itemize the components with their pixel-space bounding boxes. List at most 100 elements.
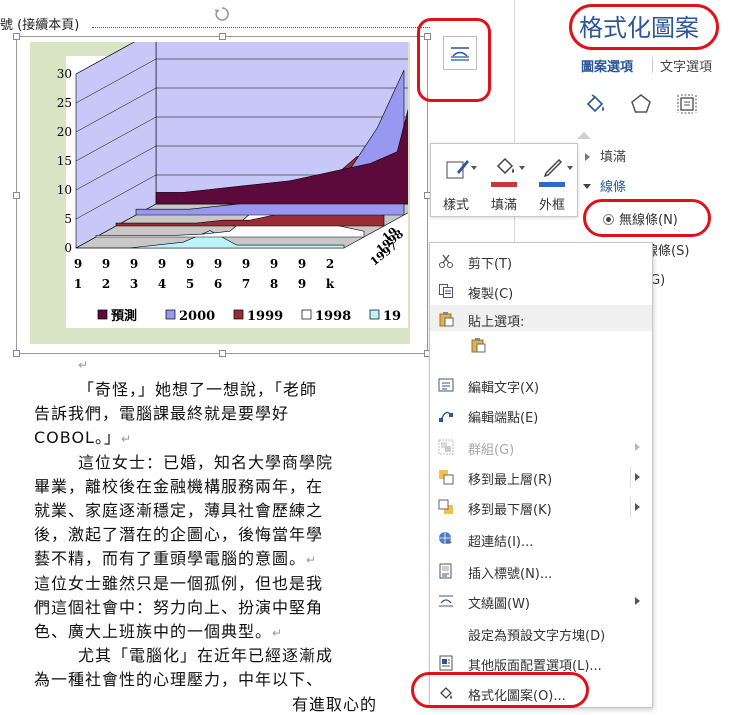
document-text-content: 藝不精，而有了重頭學電腦的意圖。 <box>34 549 307 569</box>
tab-shape-options[interactable]: 圖案選項 <box>581 56 633 75</box>
menu-item[interactable]: 群組(G) <box>430 433 652 461</box>
y-tick-label: 5 <box>64 212 72 226</box>
document-text-content: 們這個社會中：努力向上、扮演中堅角 <box>34 597 324 617</box>
document-text-line: 就業、家庭逐漸穩定，薄具社會歷練之 <box>34 497 323 521</box>
menu-item[interactable]: 移到最下層(K) <box>430 493 652 521</box>
document-text-line: 有進取心的 <box>292 691 377 715</box>
paint-bucket-icon <box>496 157 514 175</box>
legend-swatch <box>301 309 312 320</box>
resize-handle-bottom[interactable] <box>219 350 226 357</box>
highlight-oval-pane-title <box>569 4 719 50</box>
menu-item[interactable]: 設定為預設文字方塊(D) <box>430 619 652 647</box>
document-text-line: 尤其「電腦化」在近年已經逐漸成 <box>78 642 333 666</box>
x-tick-label-bottom: 8 <box>270 277 278 291</box>
paste-keep-source-button[interactable] <box>430 333 652 367</box>
menu-item[interactable]: 文繞圖(W) <box>430 587 652 615</box>
y-tick-label: 0 <box>64 241 72 255</box>
menu-item[interactable]: 超連結(I)... <box>430 525 652 553</box>
outline-button[interactable]: 外框 <box>529 148 575 213</box>
section-line[interactable]: 線條 <box>583 176 626 195</box>
outline-button-label: 外框 <box>538 198 565 213</box>
fill-button-label: 填滿 <box>490 198 517 213</box>
area-chart-3d[interactable]: 051015202530 9192939495969798992k 191998… <box>30 42 410 344</box>
dropdown-arrow-icon <box>471 166 477 170</box>
layout-properties-tab[interactable] <box>675 92 699 116</box>
legend-swatch <box>165 309 176 320</box>
tab-separator <box>652 57 653 73</box>
menu-item[interactable]: 移到最上層(R) <box>430 463 652 491</box>
menu-item-label: 貼上選項: <box>468 315 525 330</box>
menu-item[interactable]: 剪下(T) <box>430 247 652 275</box>
menu-item[interactable]: 複製(C) <box>430 277 652 305</box>
menu-header-paste-options: 貼上選項: <box>430 305 652 333</box>
y-tick-label: 10 <box>57 183 72 197</box>
legend-label: 19 <box>383 309 401 324</box>
legend-label: 1998 <box>315 309 351 324</box>
y-tick-label: 15 <box>57 154 72 168</box>
submenu-arrow-icon <box>635 443 640 451</box>
document-text-content: 「奇怪，」她想了一想說，「老師 <box>78 380 318 399</box>
menu-item-label: 插入標號(N)... <box>468 567 553 582</box>
document-text-line: 們這個社會中：努力向上、扮演中堅角 <box>34 594 323 618</box>
dropdown-arrow-icon <box>519 166 525 170</box>
fill-line-tab[interactable] <box>583 92 607 116</box>
document-text-line: 畢業，離校後在金融機構服務兩年，在 <box>34 473 323 497</box>
document-text-content: 尤其「電腦化」在近年已經逐漸成 <box>78 646 334 666</box>
layout-more-icon <box>439 655 453 671</box>
section-fill[interactable]: 填滿 <box>585 146 626 165</box>
active-tab-indicator <box>577 132 591 139</box>
pentagon-icon <box>631 94 651 113</box>
legend-swatch <box>233 309 244 320</box>
insert-caption-icon <box>439 563 452 579</box>
mini-toolbar[interactable]: 樣式 填滿 外框 <box>430 143 578 217</box>
menu-item[interactable]: 插入標號(N)... <box>430 557 652 585</box>
document-text-line: 後，激起了潛在的企圖心，後悔當年學 <box>34 521 323 545</box>
resize-handle-top[interactable] <box>219 33 226 40</box>
wrap-text-icon <box>439 595 453 607</box>
fill-color-bar <box>491 182 517 187</box>
menu-item-label: 超連結(I)... <box>468 535 534 550</box>
x-tick-label-bottom: 2 <box>102 277 110 291</box>
document-text-line: 為一種社會性的心理壓力，中年以下、 <box>34 666 323 690</box>
resize-handle-left[interactable] <box>13 192 20 199</box>
submenu-arrow-icon <box>635 503 640 511</box>
x-tick-label-bottom: 3 <box>130 277 138 291</box>
send-back-icon <box>438 499 453 514</box>
style-button[interactable]: 樣式 <box>433 148 479 213</box>
resize-handle-bottom-left[interactable] <box>13 350 20 357</box>
submenu-arrow-icon <box>635 473 640 481</box>
x-tick-label-top: 9 <box>298 257 306 271</box>
edit-text-icon <box>438 378 454 392</box>
x-tick-label-bottom: k <box>326 277 335 291</box>
rotate-handle[interactable] <box>213 5 231 23</box>
x-tick-label-bottom: 5 <box>186 277 194 291</box>
x-tick-label-top: 9 <box>158 257 166 271</box>
document-text-line: 「奇怪，」她想了一想說，「老師 <box>78 376 317 400</box>
paste-keep-icon <box>471 338 486 353</box>
resize-handle-top-left[interactable] <box>13 33 20 40</box>
effects-tab[interactable] <box>629 92 653 116</box>
menu-item[interactable]: 編輯文字(X) <box>430 371 652 399</box>
paragraph-mark: ↵ <box>306 553 318 568</box>
document-text-content: 畢業，離校後在金融機構服務兩年，在 <box>34 476 324 496</box>
menu-item-label: 移到最上層(R) <box>468 473 553 488</box>
y-tick-label: 30 <box>57 67 72 81</box>
fill-button[interactable]: 填滿 <box>481 148 527 213</box>
x-tick-label-top: 2 <box>326 257 334 271</box>
x-tick-label-top: 9 <box>130 257 138 271</box>
split-button-separator <box>630 467 631 487</box>
document-text-content: 就業、家庭逐漸穩定，薄具社會歷練之 <box>34 501 324 520</box>
context-menu[interactable]: 剪下(T) 複製(C) 貼上選項: 編輯文字(X) 編輯端點(E) 群組(G) 移到最上層(… <box>429 242 653 708</box>
x-tick-label-top: 9 <box>214 257 222 271</box>
x-tick-label-bottom: 1 <box>74 277 82 291</box>
x-tick-label-top: 9 <box>102 257 110 271</box>
split-button-separator <box>630 497 631 517</box>
x-tick-label-bottom: 9 <box>298 277 306 291</box>
tab-text-options[interactable]: 文字選項 <box>660 56 712 75</box>
bring-front-icon <box>439 470 454 485</box>
menu-item-label: 群組(G) <box>468 443 515 458</box>
legend-label: 2000 <box>179 309 215 324</box>
x-tick-label-top: 9 <box>270 257 278 271</box>
paste-icon <box>439 312 454 327</box>
menu-item[interactable]: 編輯端點(E) <box>430 401 652 429</box>
